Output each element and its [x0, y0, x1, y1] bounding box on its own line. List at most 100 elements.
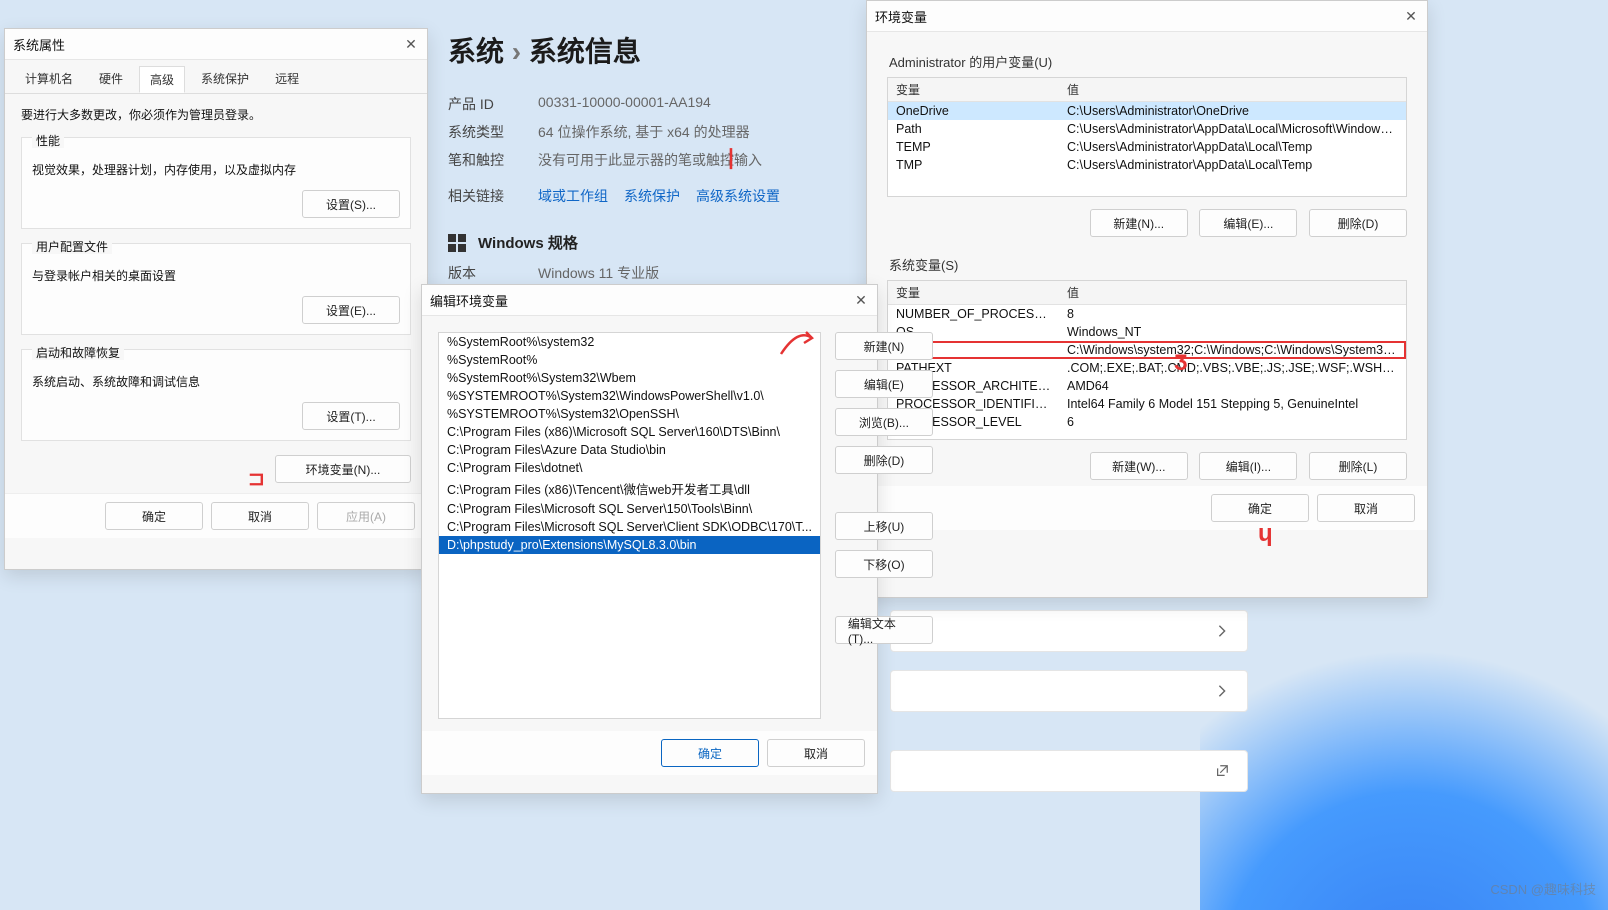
env-titlebar[interactable]: 环境变量 ✕ [867, 1, 1427, 32]
user-vars-table[interactable]: 变量值 OneDriveC:\Users\Administrator\OneDr… [887, 77, 1407, 197]
path-item[interactable]: C:\Program Files\Azure Data Studio\bin [439, 441, 820, 459]
sysprops-titlebar[interactable]: 系统属性 ✕ [5, 29, 427, 60]
env-vars-button[interactable]: 环境变量(N)... [275, 455, 411, 483]
sys-delete-button[interactable]: 删除(L) [1309, 452, 1407, 480]
sys-vars-table[interactable]: 变量值NUMBER_OF_PROCESSORS8OSWindows_NTPath… [887, 280, 1407, 440]
col-var: 变量 [888, 78, 1059, 101]
path-edittext-button[interactable]: 编辑文本(T)... [835, 616, 933, 644]
annotation-4: ɥ [1258, 520, 1273, 548]
edition-label: 版本 [448, 263, 538, 283]
sys-var-row[interactable]: NUMBER_OF_PROCESSORS8 [888, 305, 1406, 323]
path-edit-button[interactable]: 编辑(E) [835, 370, 933, 398]
user-delete-button[interactable]: 删除(D) [1309, 209, 1407, 237]
path-new-button[interactable]: 新建(N) [835, 332, 933, 360]
editpath-cancel-button[interactable]: 取消 [767, 739, 865, 767]
sys-edit-button[interactable]: 编辑(I)... [1199, 452, 1297, 480]
path-item[interactable]: C:\Program Files (x86)\Microsoft SQL Ser… [439, 423, 820, 441]
systype-label: 系统类型 [448, 122, 538, 142]
page-title: 系统 › 系统信息 [448, 30, 868, 70]
sys-new-button[interactable]: 新建(W)... [1090, 452, 1188, 480]
startup-settings-button[interactable]: 设置(T)... [302, 402, 400, 430]
sysprops-apply-button[interactable]: 应用(A) [317, 502, 415, 530]
user-var-row[interactable]: TMPC:\Users\Administrator\AppData\Local\… [888, 156, 1406, 174]
sys-var-row[interactable]: PathC:\Windows\system32;C:\Windows;C:\Wi… [888, 341, 1406, 359]
close-icon[interactable]: ✕ [403, 36, 419, 52]
settings-card-1[interactable] [890, 610, 1248, 652]
col-val: 值 [1059, 78, 1406, 101]
path-item[interactable]: %SYSTEMROOT%\System32\WindowsPowerShell\… [439, 387, 820, 405]
startup-text: 系统启动、系统故障和调试信息 [32, 373, 400, 390]
annotation-2: ⊐ [248, 466, 263, 491]
path-item[interactable]: %SystemRoot%\system32 [439, 333, 820, 351]
env-cancel-button[interactable]: 取消 [1317, 494, 1415, 522]
chevron-right-icon [1215, 684, 1229, 698]
user-var-row[interactable]: PathC:\Users\Administrator\AppData\Local… [888, 120, 1406, 138]
path-browse-button[interactable]: 浏览(B)... [835, 408, 933, 436]
startup-group: 启动和故障恢复 系统启动、系统故障和调试信息 设置(T)... [21, 349, 411, 441]
tab-protection[interactable]: 系统保护 [191, 66, 259, 93]
path-item[interactable]: %SystemRoot% [439, 351, 820, 369]
chevron-right-icon [1215, 624, 1229, 638]
close-icon[interactable]: ✕ [1403, 8, 1419, 24]
path-item[interactable]: %SYSTEMROOT%\System32\OpenSSH\ [439, 405, 820, 423]
path-item[interactable]: D:\phpstudy_pro\Extensions\MySQL8.3.0\bi… [439, 536, 820, 554]
path-item[interactable]: C:\Program Files (x86)\Tencent\微信web开发者工… [439, 477, 820, 500]
sysprops-cancel-button[interactable]: 取消 [211, 502, 309, 530]
sys-var-row[interactable]: PATHEXT.COM;.EXE;.BAT;.CMD;.VBS;.VBE;.JS… [888, 359, 1406, 377]
path-item[interactable]: C:\Program Files\dotnet\ [439, 459, 820, 477]
path-item[interactable]: C:\Program Files\Microsoft SQL Server\15… [439, 500, 820, 518]
sys-var-row[interactable]: PROCESSOR_IDENTIFIERIntel64 Family 6 Mod… [888, 395, 1406, 413]
sysprops-note: 要进行大多数更改，你必须作为管理员登录。 [21, 106, 411, 123]
user-new-button[interactable]: 新建(N)... [1090, 209, 1188, 237]
userprofile-title: 用户配置文件 [32, 240, 112, 254]
userprofile-settings-button[interactable]: 设置(E)... [302, 296, 400, 324]
sysprops-tabs: 计算机名 硬件 高级 系统保护 远程 [5, 60, 427, 94]
user-vars-label: Administrator 的用户变量(U) [889, 52, 1405, 71]
perf-group: 性能 视觉效果，处理器计划，内存使用，以及虚拟内存 设置(S)... [21, 137, 411, 229]
systype-value: 64 位操作系统, 基于 x64 的处理器 [538, 122, 750, 142]
env-vars-window: 环境变量 ✕ Administrator 的用户变量(U) 变量值 OneDri… [866, 0, 1428, 598]
perf-settings-button[interactable]: 设置(S)... [302, 190, 400, 218]
path-item[interactable]: C:\Program Files\Microsoft SQL Server\Cl… [439, 518, 820, 536]
link-adv[interactable]: 高级系统设置 [696, 188, 780, 204]
path-up-button[interactable]: 上移(U) [835, 512, 933, 540]
env-ok-button[interactable]: 确定 [1211, 494, 1309, 522]
sys-var-row[interactable]: PROCESSOR_ARCHITECT...AMD64 [888, 377, 1406, 395]
links-label: 相关链接 [448, 186, 538, 206]
annotation-arrow [778, 320, 818, 360]
annotation-1: 丨 [720, 142, 742, 174]
tab-hardware[interactable]: 硬件 [89, 66, 133, 93]
breadcrumb-system[interactable]: 系统 [448, 36, 504, 67]
path-delete-button[interactable]: 删除(D) [835, 446, 933, 474]
path-list[interactable]: %SystemRoot%\system32%SystemRoot%%System… [438, 332, 821, 719]
system-properties-window: 系统属性 ✕ 计算机名 硬件 高级 系统保护 远程 要进行大多数更改，你必须作为… [4, 28, 428, 570]
settings-card-2[interactable] [890, 670, 1248, 712]
edition-value: Windows 11 专业版 [538, 263, 659, 283]
path-item[interactable]: %SystemRoot%\System32\Wbem [439, 369, 820, 387]
edit-path-window: 编辑环境变量 ✕ %SystemRoot%\system32%SystemRoo… [421, 284, 878, 794]
editpath-titlebar[interactable]: 编辑环境变量 ✕ [422, 285, 877, 316]
userprofile-group: 用户配置文件 与登录帐户相关的桌面设置 设置(E)... [21, 243, 411, 335]
tab-advanced[interactable]: 高级 [139, 66, 185, 93]
user-var-row[interactable]: TEMPC:\Users\Administrator\AppData\Local… [888, 138, 1406, 156]
close-icon[interactable]: ✕ [853, 292, 869, 308]
user-edit-button[interactable]: 编辑(E)... [1199, 209, 1297, 237]
windows-icon [448, 234, 466, 252]
breadcrumb-info: 系统信息 [529, 36, 641, 67]
user-var-row[interactable]: OneDriveC:\Users\Administrator\OneDrive [888, 102, 1406, 120]
tab-remote[interactable]: 远程 [265, 66, 309, 93]
sysprops-title: 系统属性 [13, 35, 65, 54]
sys-var-row[interactable]: PROCESSOR_LEVEL6 [888, 413, 1406, 431]
env-title: 环境变量 [875, 7, 927, 26]
external-link-icon [1215, 764, 1229, 778]
win-spec-heading: Windows 规格 [448, 232, 868, 253]
editpath-ok-button[interactable]: 确定 [661, 739, 759, 767]
tab-computer-name[interactable]: 计算机名 [15, 66, 83, 93]
editpath-title: 编辑环境变量 [430, 291, 508, 310]
path-down-button[interactable]: 下移(O) [835, 550, 933, 578]
link-protect[interactable]: 系统保护 [624, 188, 680, 204]
settings-card-3[interactable] [890, 750, 1248, 792]
sys-var-row[interactable]: OSWindows_NT [888, 323, 1406, 341]
sysprops-ok-button[interactable]: 确定 [105, 502, 203, 530]
link-domain[interactable]: 域或工作组 [538, 188, 608, 204]
